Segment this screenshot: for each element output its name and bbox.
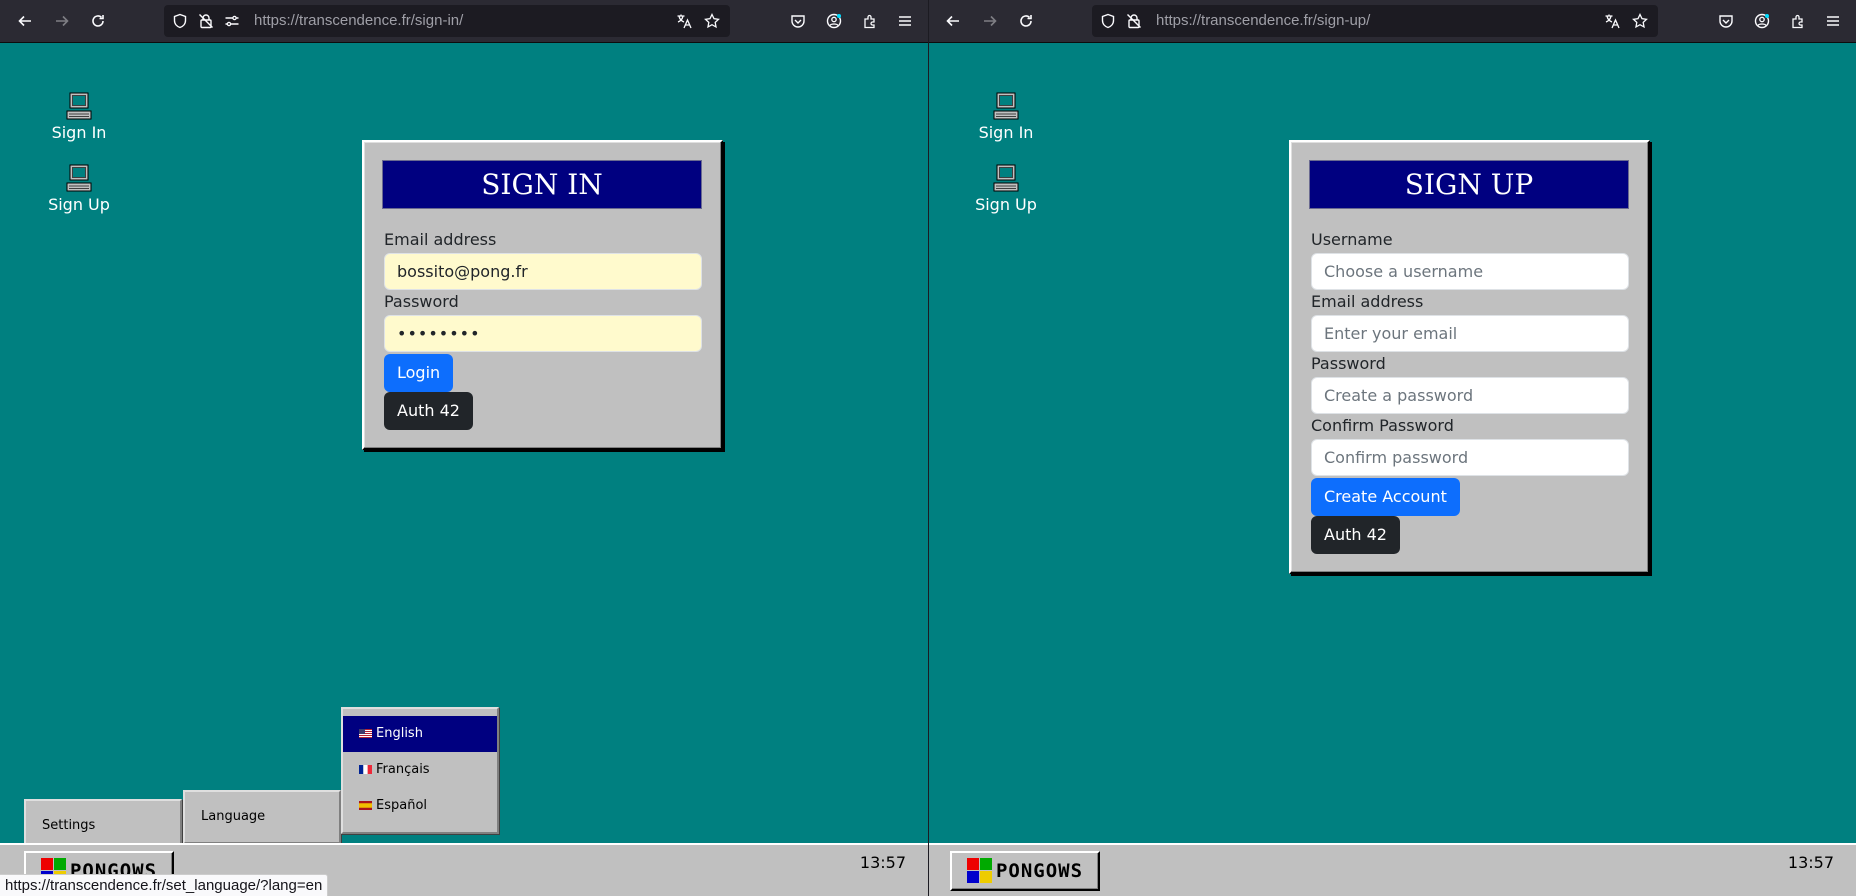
language-option-espanol[interactable]: Español	[343, 788, 497, 824]
create-account-button[interactable]: Create Account	[1311, 478, 1460, 516]
computer-icon	[993, 92, 1019, 120]
url-bar[interactable]: https://transcendence.fr/sign-up/	[1092, 5, 1658, 37]
bookmark-star-icon[interactable]	[704, 13, 720, 29]
email-label: Email address	[384, 230, 497, 249]
insecure-lock-icon[interactable]	[1126, 13, 1142, 29]
browser-window-right: https://transcendence.fr/sign-up/ Sign I…	[929, 0, 1856, 896]
hamburger-menu-icon[interactable]	[1821, 9, 1845, 33]
extensions-icon[interactable]	[1786, 9, 1810, 33]
language-submenu: English Français Español	[341, 707, 499, 834]
language-option-english[interactable]: English	[343, 716, 497, 752]
computer-icon	[66, 92, 92, 120]
language-menu-item[interactable]: Language	[183, 790, 341, 844]
translate-icon[interactable]	[676, 13, 692, 29]
settings-label: Settings	[42, 818, 96, 833]
account-icon[interactable]	[1750, 9, 1774, 33]
desktop-icon-sign-up[interactable]: Sign Up	[34, 162, 124, 214]
email-field[interactable]	[1311, 315, 1629, 352]
sign-in-panel: SIGN IN Email address Password Login Aut…	[362, 140, 723, 450]
insecure-lock-icon[interactable]	[198, 13, 214, 29]
translate-icon[interactable]	[1604, 13, 1620, 29]
auth42-button[interactable]: Auth 42	[1311, 516, 1400, 554]
confirm-password-field[interactable]	[1311, 439, 1629, 476]
hamburger-menu-icon[interactable]	[893, 9, 917, 33]
language-option-label: English	[376, 726, 423, 741]
panel-title: SIGN UP	[1309, 160, 1629, 209]
taskbar: PONGOWS 13:57	[929, 843, 1856, 896]
language-label: Language	[201, 809, 266, 824]
language-option-label: Español	[376, 798, 428, 813]
username-field[interactable]	[1311, 253, 1629, 290]
computer-icon	[66, 164, 92, 192]
link-status-tooltip: https://transcendence.fr/set_language/?l…	[0, 874, 329, 896]
desktop-icon-label: Sign Up	[48, 195, 110, 214]
start-button[interactable]: PONGOWS	[950, 851, 1100, 891]
tracking-shield-icon[interactable]	[172, 13, 188, 29]
start-brand: PONGOWS	[995, 860, 1084, 882]
email-field[interactable]	[384, 253, 702, 290]
fr-flag-icon	[359, 765, 372, 774]
password-label: Password	[1311, 354, 1386, 373]
us-flag-icon	[359, 729, 372, 738]
auth42-button[interactable]: Auth 42	[384, 392, 473, 430]
username-label: Username	[1311, 230, 1393, 249]
language-option-francais[interactable]: Français	[343, 752, 497, 788]
browser-toolbar: https://transcendence.fr/sign-in/	[0, 0, 928, 43]
clock: 13:57	[859, 853, 906, 872]
login-button[interactable]: Login	[384, 354, 454, 392]
pocket-icon[interactable]	[1714, 9, 1738, 33]
computer-icon	[993, 164, 1019, 192]
reload-icon[interactable]	[86, 9, 110, 33]
browser-toolbar: https://transcendence.fr/sign-up/	[929, 0, 1856, 43]
desktop-icon-label: Sign In	[51, 123, 107, 142]
desktop-icon-label: Sign Up	[975, 195, 1037, 214]
reload-icon[interactable]	[1014, 9, 1038, 33]
bookmark-star-icon[interactable]	[1632, 13, 1648, 29]
browser-window-left: https://transcendence.fr/sign-in/ Sign I…	[0, 0, 928, 896]
confirm-password-label: Confirm Password	[1311, 416, 1454, 435]
tracking-shield-icon[interactable]	[1100, 13, 1116, 29]
clock: 13:57	[1787, 853, 1834, 872]
password-label: Password	[384, 292, 459, 311]
extensions-icon[interactable]	[858, 9, 882, 33]
forward-arrow-icon[interactable]	[50, 9, 74, 33]
url-text: https://transcendence.fr/sign-up/	[1156, 12, 1371, 29]
permissions-icon[interactable]	[224, 13, 240, 29]
forward-arrow-icon[interactable]	[978, 9, 1002, 33]
sign-up-panel: SIGN UP Username Email address Password …	[1289, 140, 1650, 574]
password-field[interactable]	[1311, 377, 1629, 414]
url-bar[interactable]: https://transcendence.fr/sign-in/	[164, 5, 730, 37]
back-arrow-icon[interactable]	[13, 9, 37, 33]
back-arrow-icon[interactable]	[941, 9, 965, 33]
email-label: Email address	[1311, 292, 1424, 311]
desktop-icon-sign-in[interactable]: Sign In	[961, 90, 1051, 142]
desktop-icon-sign-up[interactable]: Sign Up	[961, 162, 1051, 214]
es-flag-icon	[359, 801, 372, 810]
account-icon[interactable]	[822, 9, 846, 33]
desktop-icon-sign-in[interactable]: Sign In	[34, 90, 124, 142]
password-field[interactable]	[384, 315, 702, 352]
desktop-icon-label: Sign In	[978, 123, 1034, 142]
language-option-label: Français	[376, 762, 430, 777]
pocket-icon[interactable]	[786, 9, 810, 33]
pongows-logo-icon	[966, 858, 993, 884]
url-text: https://transcendence.fr/sign-in/	[254, 12, 464, 29]
panel-title: SIGN IN	[382, 160, 702, 209]
